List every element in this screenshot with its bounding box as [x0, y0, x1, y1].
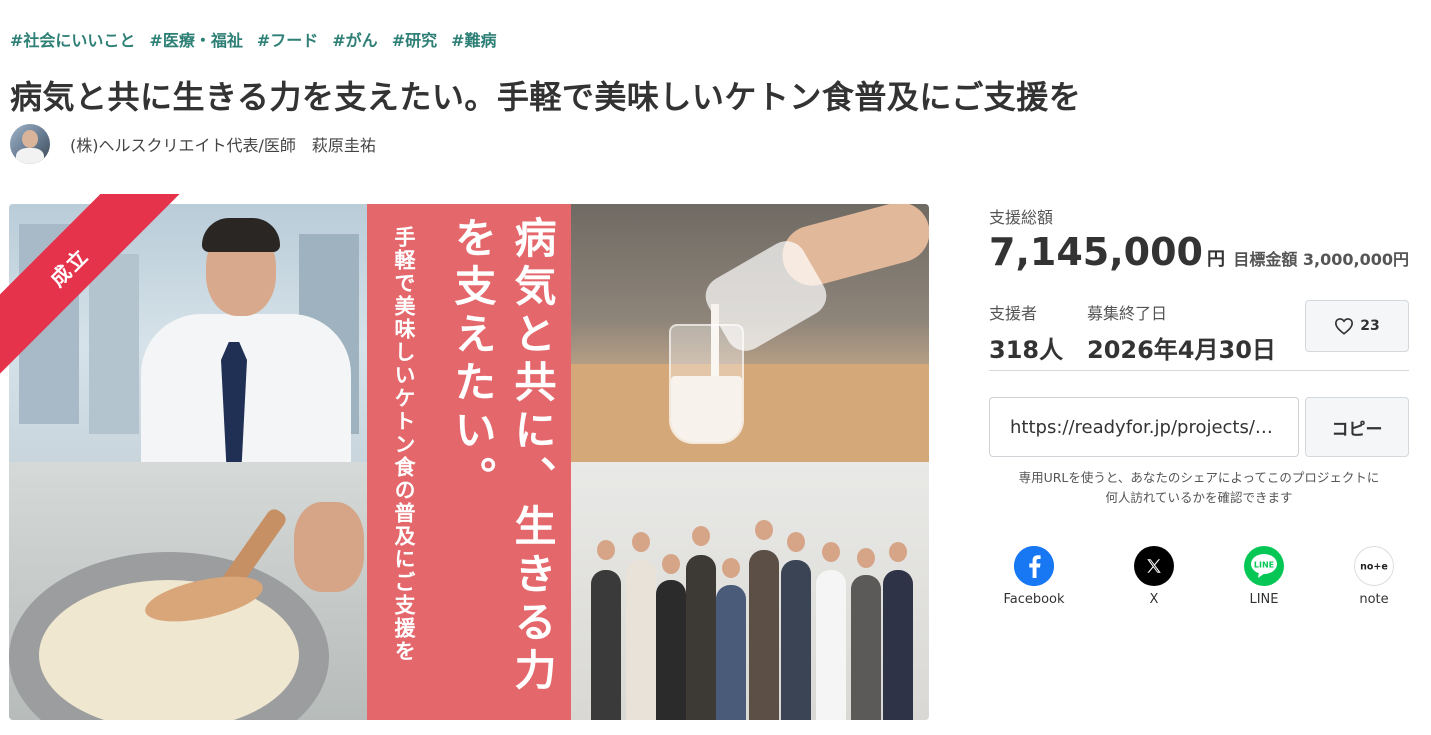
tag-social-good[interactable]: #社会にいいこと: [10, 27, 135, 51]
tag-list: #社会にいいこと #医療・福祉 #フード #がん #研究 #難病: [10, 27, 497, 51]
favorite-count: 23: [1360, 318, 1380, 334]
svg-text:no+e: no+e: [1360, 562, 1388, 573]
supporters-label: 支援者: [989, 304, 1038, 323]
heart-icon: [1335, 318, 1354, 335]
share-url-hint: 専用URLを使うと、あなたのシェアによってこのプロジェクトに何人訪れているかを確…: [1018, 470, 1380, 505]
tag-medical-welfare[interactable]: #医療・福祉: [149, 27, 242, 51]
hero-photo-milk: [571, 204, 929, 462]
goal-amount: 目標金額 3,000,000円: [1233, 250, 1409, 269]
hero-photo-team: [571, 462, 929, 720]
project-title: 病気と共に生きる力を支えたい。手軽で美味しいケトン食普及にご支援を: [10, 78, 1082, 116]
share-note[interactable]: no+e note: [1329, 546, 1419, 607]
favorite-button[interactable]: 23: [1305, 300, 1409, 352]
total-label: 支援総額: [989, 208, 1054, 227]
note-icon: no+e: [1354, 546, 1394, 586]
hero-subcopy: 手軽で美味しいケトン食の普及にご支援を: [392, 226, 416, 663]
share-url-field[interactable]: [989, 397, 1299, 457]
svg-text:LINE: LINE: [1254, 561, 1274, 570]
facebook-icon: [1014, 546, 1054, 586]
facebook-label: Facebook: [1003, 592, 1065, 607]
x-icon: [1134, 546, 1174, 586]
owner-name[interactable]: (株)ヘルスクリエイト代表/医師 萩原圭祐: [70, 132, 376, 156]
stats-row: 支援者 318人 募集終了日 2026年4月30日 23: [989, 300, 1409, 364]
copy-button[interactable]: コピー: [1305, 397, 1409, 457]
hero-text-panel: 手軽で美味しいケトン食の普及にご支援を 病気と共に、生きる力を支えたい。: [367, 204, 571, 720]
hero-headline: 病気と共に、生きる力を支えたい。: [448, 216, 557, 696]
line-icon: LINE: [1244, 546, 1284, 586]
tag-cancer[interactable]: #がん: [332, 27, 377, 51]
share-line[interactable]: LINE LINE: [1219, 546, 1309, 607]
x-label: X: [1149, 592, 1159, 607]
note-label: note: [1359, 592, 1389, 607]
funding-panel: 支援総額 7,145,000 円 目標金額 3,000,000円 支援者 318人…: [989, 204, 1409, 607]
hero-photo-soup: [9, 462, 367, 720]
share-x[interactable]: X: [1109, 546, 1199, 607]
line-label: LINE: [1249, 592, 1279, 607]
tag-food[interactable]: #フード: [257, 27, 318, 51]
hero-image: 手軽で美味しいケトン食の普及にご支援を 病気と共に、生きる力を支えたい。: [9, 204, 929, 720]
total-amount: 7,145,000: [989, 230, 1203, 274]
end-date: 2026年4月30日: [1087, 336, 1276, 364]
supporters-count: 318人: [989, 336, 1064, 364]
tag-research[interactable]: #研究: [392, 27, 437, 51]
divider: [989, 370, 1409, 371]
end-date-label: 募集終了日: [1087, 304, 1168, 323]
share-buttons: Facebook X LINE LINE no+e note: [989, 546, 1409, 616]
tag-intractable-disease[interactable]: #難病: [451, 27, 496, 51]
owner-avatar[interactable]: [10, 124, 50, 164]
project-owner: (株)ヘルスクリエイト代表/医師 萩原圭祐: [10, 124, 376, 164]
share-facebook[interactable]: Facebook: [989, 546, 1079, 607]
currency-label: 円: [1206, 249, 1225, 270]
hero-photo-doctor: [9, 204, 367, 462]
share-url-row: コピー: [989, 397, 1409, 457]
